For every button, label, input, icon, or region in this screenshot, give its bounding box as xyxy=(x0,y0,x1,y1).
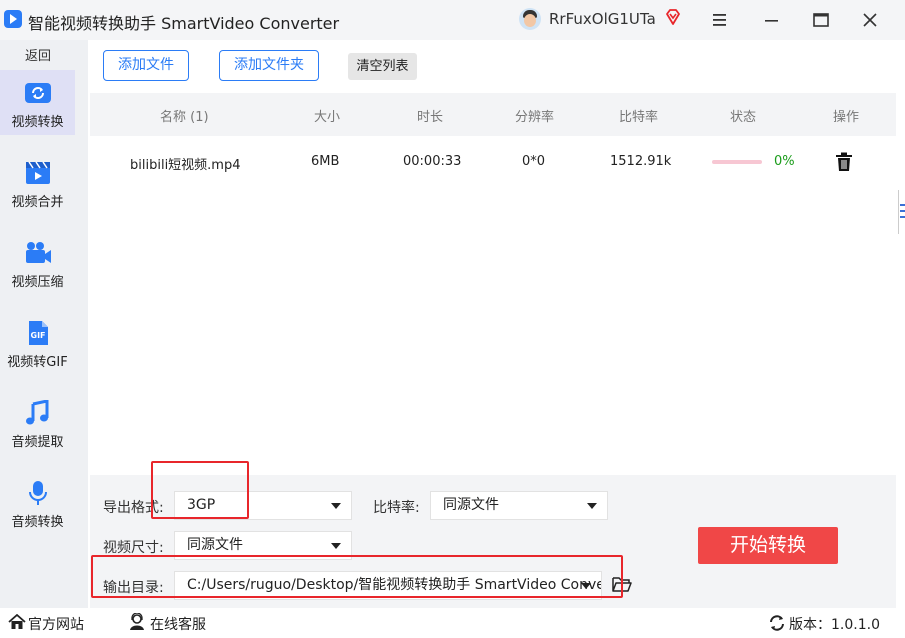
file-table-header: 名称 (1) 大小 时长 分辨率 比特率 状态 操作 xyxy=(90,93,896,136)
status-percent: 0% xyxy=(774,154,795,169)
version-label[interactable]: 版本：1.0.1.0 xyxy=(789,614,880,634)
sidebar-item-label: 视频合并 xyxy=(11,195,64,210)
video-size-label: 视频尺寸: xyxy=(103,540,164,556)
svg-text:GIF: GIF xyxy=(31,331,46,340)
bitrate-label: 比特率: xyxy=(373,500,420,516)
annotation-box-format xyxy=(151,461,249,519)
add-folder-button[interactable]: 添加文件夹 xyxy=(219,50,319,81)
sidebar-item-label: 音频转换 xyxy=(11,515,64,530)
add-file-button[interactable]: 添加文件 xyxy=(103,50,189,81)
sidebar-item-video-to-gif[interactable]: GIF 视频转GIF xyxy=(0,310,75,375)
sidebar-item-label: 视频转GIF xyxy=(7,355,68,370)
support-agent-icon xyxy=(130,613,144,630)
sidebar-item-label: 视频压缩 xyxy=(11,275,64,290)
side-collapse-handle[interactable] xyxy=(898,190,905,234)
app-title: 智能视频转换助手 SmartVideo Converter xyxy=(28,14,340,33)
sidebar-item-video-convert[interactable]: 视频转换 xyxy=(0,70,75,135)
title-bar: 智能视频转换助手 SmartVideo Converter RrFuxOlG1U… xyxy=(0,0,905,40)
column-header-resolution[interactable]: 分辨率 xyxy=(515,106,554,125)
chevron-down-icon xyxy=(587,503,597,509)
refresh-icon xyxy=(770,615,784,631)
minimize-icon[interactable] xyxy=(760,8,784,32)
video-merge-icon xyxy=(26,161,50,184)
file-name: bilibili短视频.mp4 xyxy=(130,158,241,173)
home-icon xyxy=(8,614,26,629)
chevron-down-icon xyxy=(331,503,341,509)
column-header-actions: 操作 xyxy=(833,110,860,125)
official-website-link[interactable]: 官方网站 xyxy=(28,614,84,634)
avatar[interactable] xyxy=(519,8,541,30)
column-header-duration[interactable]: 时长 xyxy=(417,106,443,125)
file-size: 6MB xyxy=(311,154,340,169)
sidebar-item-audio-extract[interactable]: 音频提取 xyxy=(0,390,75,455)
footer: 官方网站 在线客服 版本：1.0.1.0 xyxy=(0,608,905,638)
gif-icon: GIF xyxy=(29,321,48,345)
back-button[interactable]: 返回 xyxy=(0,45,76,65)
column-header-status: 状态 xyxy=(730,110,757,125)
file-resolution: 0*0 xyxy=(522,154,546,169)
maximize-icon[interactable] xyxy=(809,8,833,32)
sidebar-item-label: 视频转换 xyxy=(11,115,64,130)
sidebar-item-audio-convert[interactable]: 音频转换 xyxy=(0,470,75,535)
bitrate-select[interactable]: 同源文件 xyxy=(430,491,608,520)
vip-diamond-icon[interactable] xyxy=(664,8,682,26)
column-header-size[interactable]: 大小 xyxy=(314,106,340,125)
menu-icon[interactable] xyxy=(708,8,732,32)
file-duration: 00:00:33 xyxy=(403,154,462,169)
microphone-icon xyxy=(29,481,47,505)
video-convert-icon xyxy=(25,83,51,103)
sidebar: 返回 视频转换 视频合并 视频压缩 GIF 视频转GIF 音频提取 音频转换 xyxy=(0,40,88,608)
online-support-link[interactable]: 在线客服 xyxy=(150,614,206,634)
start-convert-button[interactable]: 开始转换 xyxy=(698,527,838,564)
table-row[interactable]: bilibili短视频.mp4 6MB 00:00:33 0*0 1512.91… xyxy=(90,140,896,186)
file-bitrate: 1512.91k xyxy=(610,154,672,169)
username[interactable]: RrFuxOlG1UTa xyxy=(549,10,656,28)
progress-bar xyxy=(712,160,762,164)
sidebar-item-video-merge[interactable]: 视频合并 xyxy=(0,150,75,215)
sidebar-item-label: 音频提取 xyxy=(11,435,64,450)
chevron-down-icon xyxy=(331,543,341,549)
close-icon[interactable] xyxy=(858,8,882,32)
app-logo-icon xyxy=(4,10,22,28)
music-note-icon xyxy=(26,400,49,425)
annotation-box-output xyxy=(91,555,623,598)
trash-icon[interactable] xyxy=(835,152,853,172)
column-header-name[interactable]: 名称 (1) xyxy=(160,106,209,125)
column-header-bitrate[interactable]: 比特率 xyxy=(619,106,658,125)
sidebar-item-video-compress[interactable]: 视频压缩 xyxy=(0,230,75,295)
video-compress-icon xyxy=(26,242,51,263)
clear-list-button[interactable]: 清空列表 xyxy=(348,53,417,80)
